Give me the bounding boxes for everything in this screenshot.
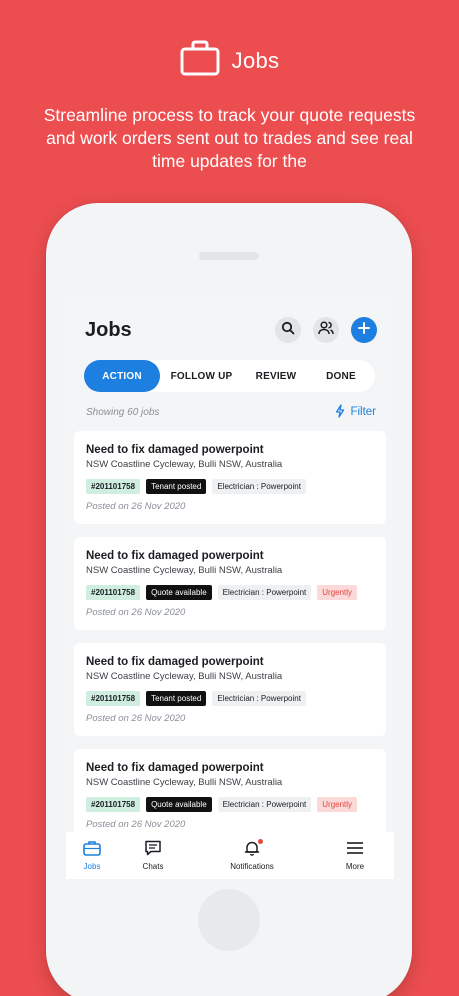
plus-icon	[358, 321, 370, 339]
search-icon	[281, 321, 295, 340]
phone-mockup: Jobs ACTION FOLLOW UP REVIEW DONE Showin…	[46, 203, 412, 996]
home-button	[198, 889, 260, 951]
tab-follow-up[interactable]: FOLLOW UP	[160, 360, 243, 392]
job-list: Need to fix damaged powerpoint NSW Coast…	[74, 431, 386, 855]
posted-date: Posted on 26 Nov 2020	[86, 713, 186, 724]
app-header: Jobs	[85, 315, 377, 345]
status-tabs: ACTION FOLLOW UP REVIEW DONE	[84, 360, 375, 392]
nav-item-chats[interactable]: Chats	[118, 832, 188, 879]
trade-badge: Electrician : Powerpoint	[212, 691, 306, 706]
hero-title: Jobs	[231, 47, 280, 73]
job-tags: #201101758 Tenant posted Electrician : P…	[86, 479, 374, 494]
job-id-badge: #201101758	[86, 797, 141, 812]
job-address: NSW Coastline Cycleway, Bulli NSW, Austr…	[86, 565, 283, 576]
job-title: Need to fix damaged powerpoint	[86, 656, 264, 668]
job-tags: #201101758 Tenant posted Electrician : P…	[86, 691, 374, 706]
briefcase-icon	[83, 840, 101, 858]
search-button[interactable]	[275, 317, 301, 343]
add-job-button[interactable]	[351, 317, 377, 343]
status-badge: Quote available	[146, 797, 212, 812]
nav-item-notifications[interactable]: Notifications	[188, 832, 316, 879]
job-card[interactable]: Need to fix damaged powerpoint NSW Coast…	[74, 537, 386, 630]
job-address: NSW Coastline Cycleway, Bulli NSW, Austr…	[86, 459, 283, 470]
trade-badge: Electrician : Powerpoint	[217, 585, 312, 600]
job-id-badge: #201101758	[86, 585, 141, 600]
job-tags: #201101758 Quote available Electrician :…	[86, 797, 374, 812]
posted-date: Posted on 26 Nov 2020	[86, 607, 186, 618]
status-badge: Tenant posted	[146, 479, 207, 494]
tab-done[interactable]: DONE	[309, 360, 373, 392]
job-address: NSW Coastline Cycleway, Bulli NSW, Austr…	[86, 777, 283, 788]
nav-label-more: More	[345, 862, 365, 871]
posted-date: Posted on 26 Nov 2020	[86, 501, 186, 512]
list-meta: Showing 60 jobs Filter	[86, 403, 376, 421]
menu-icon	[346, 840, 364, 858]
urgent-badge: Urgently	[317, 797, 358, 812]
contacts-button[interactable]	[313, 317, 339, 343]
filter-button[interactable]: Filter	[335, 403, 376, 421]
status-badge: Tenant posted	[146, 691, 207, 706]
briefcase-icon	[180, 40, 220, 81]
tab-review[interactable]: REVIEW	[243, 360, 309, 392]
app-screen: Jobs ACTION FOLLOW UP REVIEW DONE Showin…	[66, 295, 394, 879]
hero-header: Jobs	[0, 40, 459, 81]
chat-icon	[144, 840, 162, 858]
filter-label: Filter	[350, 406, 376, 418]
tab-action[interactable]: ACTION	[84, 360, 160, 392]
job-title: Need to fix damaged powerpoint	[86, 444, 264, 456]
job-id-badge: #201101758	[86, 691, 141, 706]
job-id-badge: #201101758	[86, 479, 141, 494]
bottom-nav: Jobs Chats Notifications More	[66, 832, 394, 879]
phone-speaker	[199, 252, 259, 260]
job-card[interactable]: Need to fix damaged powerpoint NSW Coast…	[74, 643, 386, 736]
users-icon	[318, 320, 334, 340]
urgent-badge: Urgently	[317, 585, 358, 600]
nav-item-jobs[interactable]: Jobs	[66, 832, 118, 879]
bell-icon	[243, 839, 263, 858]
job-card[interactable]: Need to fix damaged powerpoint NSW Coast…	[74, 431, 386, 524]
job-tags: #201101758 Quote available Electrician :…	[86, 585, 374, 600]
nav-label-jobs: Jobs	[83, 862, 101, 871]
job-title: Need to fix damaged powerpoint	[86, 762, 264, 774]
job-count: Showing 60 jobs	[86, 406, 160, 418]
hero-subtitle: Streamline process to track your quote r…	[43, 105, 416, 171]
page-title: Jobs	[85, 318, 132, 341]
trade-badge: Electrician : Powerpoint	[212, 479, 306, 494]
status-badge: Quote available	[146, 585, 212, 600]
job-card[interactable]: Need to fix damaged powerpoint NSW Coast…	[74, 749, 386, 842]
posted-date: Posted on 26 Nov 2020	[86, 819, 186, 830]
job-title: Need to fix damaged powerpoint	[86, 550, 264, 562]
lightning-icon	[335, 403, 345, 421]
notification-dot	[258, 839, 263, 844]
nav-label-notifications: Notifications	[230, 862, 274, 871]
header-actions	[275, 317, 377, 343]
nav-item-more[interactable]: More	[316, 832, 394, 879]
nav-label-chats: Chats	[142, 862, 164, 871]
job-address: NSW Coastline Cycleway, Bulli NSW, Austr…	[86, 671, 283, 682]
trade-badge: Electrician : Powerpoint	[217, 797, 312, 812]
